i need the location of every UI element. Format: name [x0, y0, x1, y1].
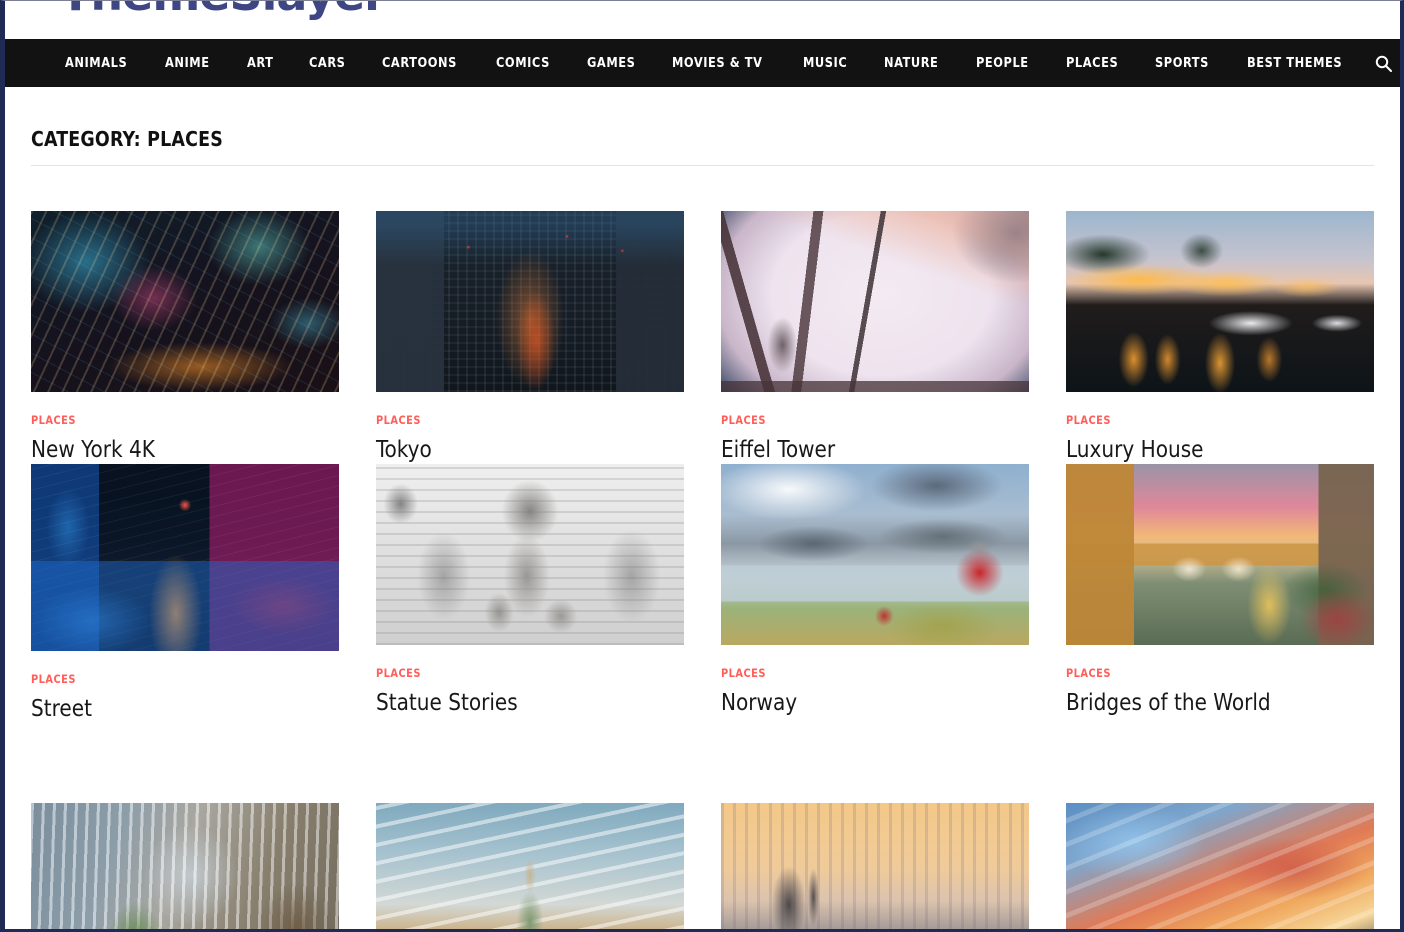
card-category-label[interactable]: PLACES [721, 666, 1014, 680]
card-image [31, 803, 339, 929]
card-grid-partial [31, 803, 1374, 929]
card-thumbnail[interactable] [721, 803, 1029, 929]
card-category-label[interactable]: PLACES [1066, 413, 1359, 427]
card-image [721, 211, 1029, 392]
nav-item-places[interactable]: PLACES [1050, 39, 1134, 87]
row-spacer [31, 723, 1374, 803]
card[interactable]: PLACES Street [31, 464, 339, 723]
nav-item-best-themes[interactable]: BEST THEMES [1231, 39, 1358, 87]
card-image [376, 803, 684, 929]
card-category-label[interactable]: PLACES [721, 413, 1014, 427]
card-title[interactable]: Street [31, 696, 330, 724]
search-button[interactable] [1366, 39, 1400, 87]
card-title[interactable]: Norway [721, 690, 1020, 718]
card-category-label[interactable]: PLACES [1066, 666, 1359, 680]
card[interactable]: PLACES New York 4K [31, 211, 339, 464]
card-thumbnail[interactable] [721, 464, 1029, 645]
card[interactable] [31, 803, 339, 929]
nav-item-movies-tv[interactable]: MOVIES & TV [656, 39, 779, 87]
card-title[interactable]: New York 4K [31, 437, 330, 465]
card-image [1066, 464, 1374, 645]
nav-item-sports[interactable]: SPORTS [1139, 39, 1225, 87]
card-image [376, 464, 684, 645]
card[interactable] [376, 803, 684, 929]
page-content: CATEGORY: PLACES PLACES New York 4K PLACES… [5, 87, 1400, 929]
site-logo[interactable]: ThemeSlayer [60, 1, 387, 21]
card-thumbnail[interactable] [31, 464, 339, 651]
nav-item-animals[interactable]: ANIMALS [49, 39, 143, 87]
card[interactable]: PLACES Eiffel Tower [721, 211, 1029, 464]
card-category-label[interactable]: PLACES [31, 672, 324, 686]
card-title[interactable]: Eiffel Tower [721, 437, 1020, 465]
card[interactable]: PLACES Bridges of the World [1066, 464, 1374, 717]
site-header: ThemeSlayer [5, 1, 1400, 39]
card-title[interactable]: Statue Stories [376, 690, 675, 718]
card[interactable] [721, 803, 1029, 929]
nav-item-games[interactable]: GAMES [571, 39, 651, 87]
card-grid: PLACES New York 4K PLACES Tokyo PLACES Eiffel… [31, 211, 1374, 723]
card-image [31, 464, 339, 651]
card[interactable]: PLACES Norway [721, 464, 1029, 717]
card-thumbnail[interactable] [1066, 211, 1374, 392]
card-thumbnail[interactable] [376, 211, 684, 392]
card[interactable]: PLACES Statue Stories [376, 464, 684, 717]
nav-item-cars[interactable]: CARS [293, 39, 361, 87]
title-divider [31, 165, 1374, 166]
main-navigation: ANIMALS ANIME ART CARS CARTOONS COMICS GAMES MO… [5, 39, 1400, 87]
nav-item-art[interactable]: ART [231, 39, 290, 87]
card[interactable]: PLACES Tokyo [376, 211, 684, 464]
card-category-label[interactable]: PLACES [31, 413, 324, 427]
card-title[interactable]: Tokyo [376, 437, 675, 465]
card-thumbnail[interactable] [376, 464, 684, 645]
nav-item-comics[interactable]: COMICS [480, 39, 566, 87]
card-thumbnail[interactable] [1066, 803, 1374, 929]
nav-item-music[interactable]: MUSIC [787, 39, 863, 87]
nav-item-people[interactable]: PEOPLE [960, 39, 1045, 87]
card-category-label[interactable]: PLACES [376, 666, 669, 680]
nav-item-nature[interactable]: NATURE [868, 39, 954, 87]
card-thumbnail[interactable] [1066, 464, 1374, 645]
nav-list: ANIMALS ANIME ART CARS CARTOONS COMICS GAMES MO… [49, 39, 1366, 87]
card-category-label[interactable]: PLACES [376, 413, 669, 427]
card-image [721, 464, 1029, 645]
card-title[interactable]: Luxury House [1066, 437, 1365, 465]
page-title: CATEGORY: PLACES [31, 127, 224, 151]
card[interactable]: PLACES Luxury House [1066, 211, 1374, 464]
card-thumbnail[interactable] [31, 803, 339, 929]
card-image [31, 211, 339, 392]
card-thumbnail[interactable] [376, 803, 684, 929]
card-image [376, 211, 684, 392]
card-thumbnail[interactable] [31, 211, 339, 392]
nav-item-cartoons[interactable]: CARTOONS [366, 39, 473, 87]
search-icon [1375, 55, 1392, 72]
card-title[interactable]: Bridges of the World [1066, 690, 1365, 718]
card[interactable] [1066, 803, 1374, 929]
card-image [721, 803, 1029, 929]
browser-viewport: ThemeSlayer ANIMALSANIMEARTCARSCARTOONSC… [0, 0, 1404, 932]
card-thumbnail[interactable] [721, 211, 1029, 392]
card-image [1066, 211, 1374, 392]
card-image [1066, 803, 1374, 929]
nav-item-anime[interactable]: ANIME [149, 39, 226, 87]
